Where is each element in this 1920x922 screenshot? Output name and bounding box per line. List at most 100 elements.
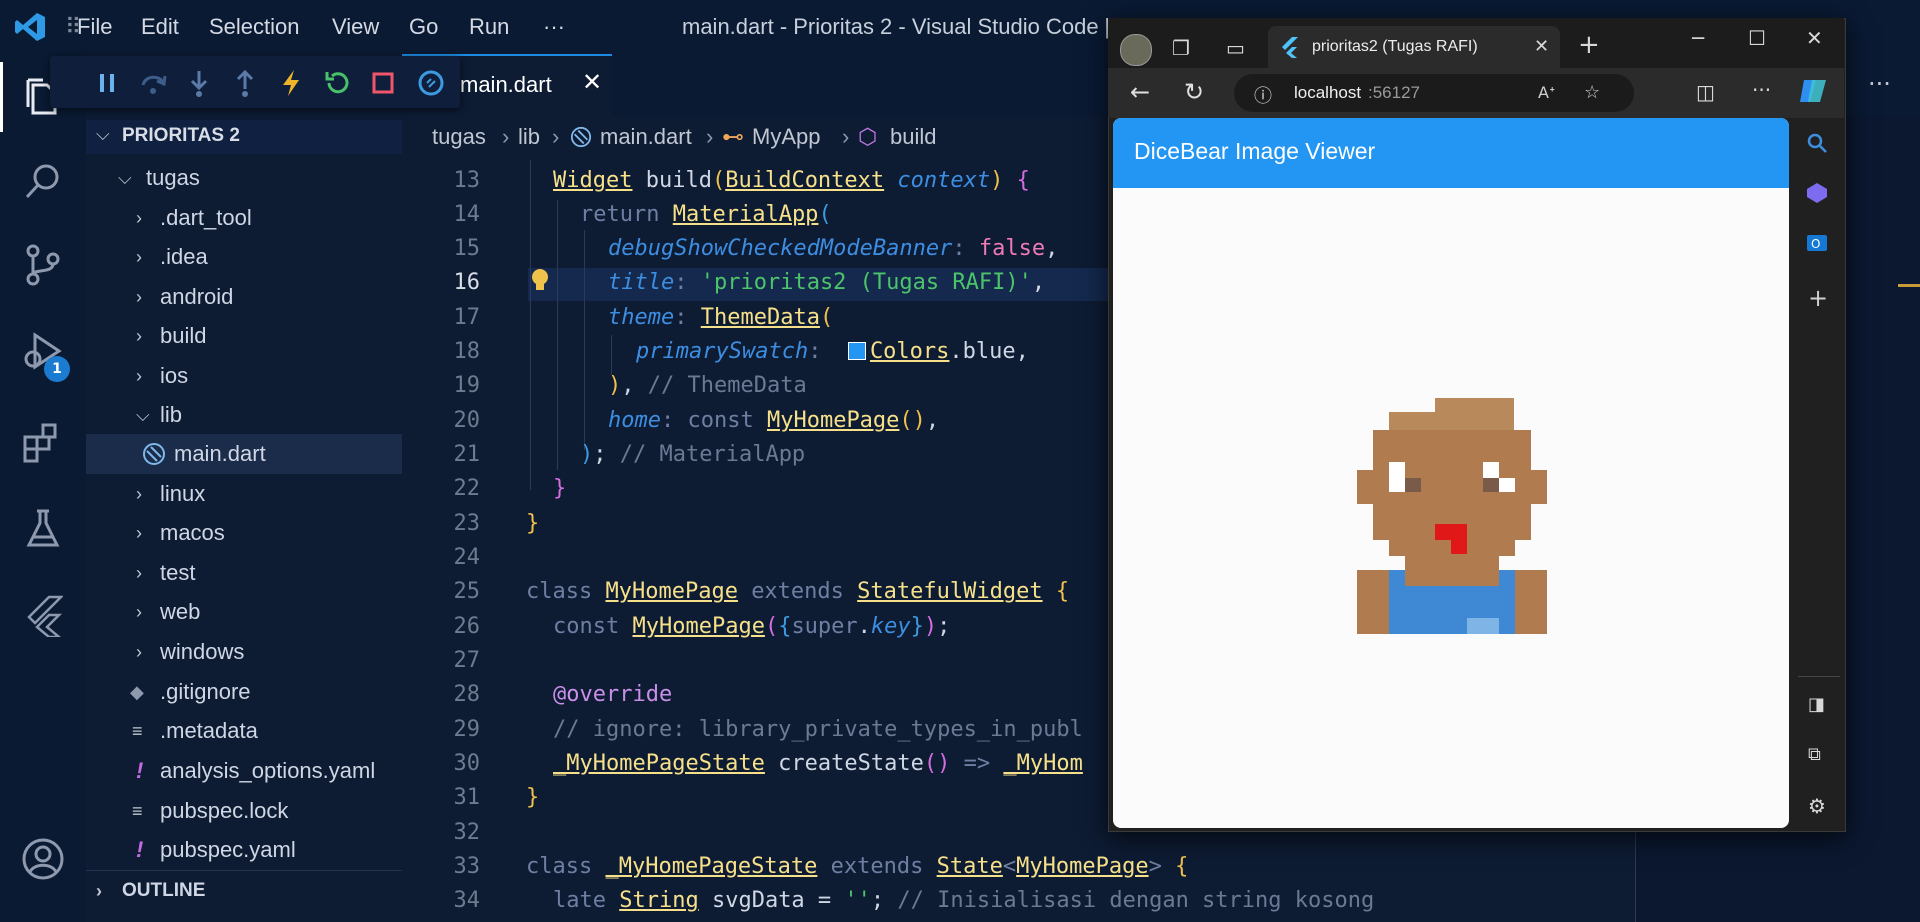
minimize-icon[interactable]: ─ <box>1692 26 1704 50</box>
favorite-star-icon[interactable]: ☆ <box>1584 82 1600 103</box>
tree-item-ios[interactable]: › ios <box>86 356 402 396</box>
close-icon[interactable]: ✕ <box>1534 36 1549 57</box>
code-token: , <box>1031 270 1046 295</box>
menu-view[interactable]: View <box>332 14 379 40</box>
search-icon[interactable] <box>18 156 68 206</box>
tree-item-pubspec-yaml[interactable]: ! pubspec.yaml <box>86 830 402 870</box>
chevron-right-icon: › <box>136 286 142 307</box>
code-token: _MyHomePageState <box>553 751 765 776</box>
step-into-icon[interactable] <box>182 66 216 100</box>
breadcrumb-item[interactable]: tugas <box>432 124 486 150</box>
svg-text:O: O <box>1811 237 1820 251</box>
code-token: .blue, <box>949 339 1029 364</box>
tree-item-tugas[interactable]: ⌵ tugas <box>86 158 402 198</box>
hot-reload-icon[interactable] <box>274 66 308 100</box>
code-token: () <box>899 408 926 433</box>
workspaces-icon[interactable]: ❐ <box>1172 36 1190 60</box>
tree-item-gitignore[interactable]: ◆ .gitignore <box>86 672 402 712</box>
color-swatch[interactable] <box>847 342 866 360</box>
pause-icon[interactable] <box>90 66 124 100</box>
address-bar[interactable]: ⓘ localhost :56127 ☆ Aᐩ <box>1234 74 1634 112</box>
close-icon[interactable]: ✕ <box>582 68 602 96</box>
tree-item-metadata[interactable]: ≡ .metadata <box>86 711 402 751</box>
step-over-icon[interactable] <box>136 66 170 100</box>
source-control-icon[interactable] <box>18 240 68 290</box>
profile-avatar[interactable] <box>1120 34 1152 66</box>
drag-handle-icon[interactable]: ⠿ <box>56 10 90 44</box>
line-number: 30 <box>453 751 481 776</box>
tree-item-analysis-options[interactable]: ! analysis_options.yaml <box>86 751 402 791</box>
chevron-right-icon: › <box>136 246 142 267</box>
collections-icon[interactable] <box>1806 182 1828 208</box>
copilot-icon[interactable] <box>1798 76 1828 110</box>
minimap-marker <box>1898 284 1920 287</box>
code-token: extends <box>751 579 844 604</box>
tree-item-pubspec-lock[interactable]: ≡ pubspec.lock <box>86 791 402 831</box>
tree-item-main-dart[interactable]: main.dart <box>86 434 402 474</box>
tree-item-lib[interactable]: ⌵ lib <box>86 395 402 435</box>
info-icon: ⓘ <box>1254 86 1272 107</box>
menu-selection[interactable]: Selection <box>209 14 300 40</box>
tree-item-dart-tool[interactable]: › .dart_tool <box>86 198 402 238</box>
extensions-icon[interactable] <box>18 418 68 468</box>
testing-icon[interactable] <box>18 504 68 554</box>
stop-icon[interactable] <box>366 66 400 100</box>
breadcrumb-item[interactable]: lib <box>518 124 540 150</box>
outline-section-header[interactable]: › OUTLINE <box>86 870 402 911</box>
split-screen-icon[interactable]: ◫ <box>1696 80 1715 104</box>
more-actions-icon[interactable]: ··· <box>1868 70 1891 98</box>
tree-item-label: main.dart <box>174 441 266 466</box>
search-icon[interactable] <box>1806 132 1828 158</box>
tree-item-macos[interactable]: › macos <box>86 513 402 553</box>
breadcrumb-separator-icon: › <box>706 124 714 149</box>
tree-item-windows[interactable]: › windows <box>86 632 402 672</box>
tree-item-web[interactable]: › web <box>86 592 402 632</box>
breadcrumb-item[interactable]: main.dart <box>600 124 692 150</box>
account-icon[interactable] <box>18 834 68 884</box>
menu-edit[interactable]: Edit <box>141 14 179 40</box>
new-tab-icon[interactable]: + <box>1578 30 1600 60</box>
tree-item-android[interactable]: › android <box>86 277 402 317</box>
close-window-icon[interactable]: ✕ <box>1806 26 1823 50</box>
code-token: createState <box>764 751 924 776</box>
chevron-right-icon: › <box>136 365 142 386</box>
tree-item-linux[interactable]: › linux <box>86 474 402 514</box>
gear-icon[interactable]: ⚙ <box>1808 794 1826 818</box>
read-aloud-icon[interactable]: Aᐩ <box>1538 83 1555 102</box>
code-line-22: } <box>553 476 566 501</box>
code-token: // Inisialisasi dengan string kosong <box>897 888 1375 913</box>
settings-more-icon[interactable]: ··· <box>1752 78 1771 102</box>
add-sidebar-app-icon[interactable]: + <box>1808 284 1828 312</box>
flutter-icon[interactable] <box>18 590 68 640</box>
hide-sidebar-icon[interactable]: ◨ <box>1808 694 1825 715</box>
menu-go[interactable]: Go <box>409 14 438 40</box>
explorer-root-label: PRIORITAS 2 <box>122 125 240 146</box>
code-token: const <box>553 614 620 639</box>
tree-item-test[interactable]: › test <box>86 553 402 593</box>
restart-icon[interactable] <box>320 66 354 100</box>
menu-more[interactable]: ··· <box>543 14 565 40</box>
breadcrumb-item[interactable]: MyApp <box>752 124 820 150</box>
lightbulb-icon[interactable] <box>528 266 552 300</box>
maximize-icon[interactable]: ☐ <box>1748 26 1766 50</box>
code-token: : <box>674 270 688 295</box>
outlook-icon[interactable]: O <box>1806 232 1828 258</box>
devtools-search-icon[interactable] <box>414 66 448 100</box>
tree-item-label: pubspec.lock <box>160 798 289 823</box>
step-out-icon[interactable] <box>228 66 262 100</box>
chevron-right-icon: › <box>136 601 142 622</box>
breadcrumb-item[interactable]: build <box>890 124 936 150</box>
refresh-icon[interactable]: ↻ <box>1184 78 1204 106</box>
explorer-root-header[interactable]: ⌵ PRIORITAS 2 <box>86 120 402 154</box>
tree-item-idea[interactable]: › .idea <box>86 237 402 277</box>
back-icon[interactable]: ← <box>1130 78 1150 106</box>
breadcrumb-separator-icon: › <box>502 124 510 149</box>
browser-tab-active[interactable]: prioritas2 (Tugas RAFI) ✕ <box>1268 26 1560 70</box>
tab-actions-icon[interactable]: ▭ <box>1226 36 1245 60</box>
menu-run[interactable]: Run <box>469 14 509 40</box>
vscode-logo-icon[interactable] <box>14 12 46 42</box>
open-external-icon[interactable]: ⧉ <box>1808 744 1821 765</box>
tree-item-build[interactable]: › build <box>86 316 402 356</box>
